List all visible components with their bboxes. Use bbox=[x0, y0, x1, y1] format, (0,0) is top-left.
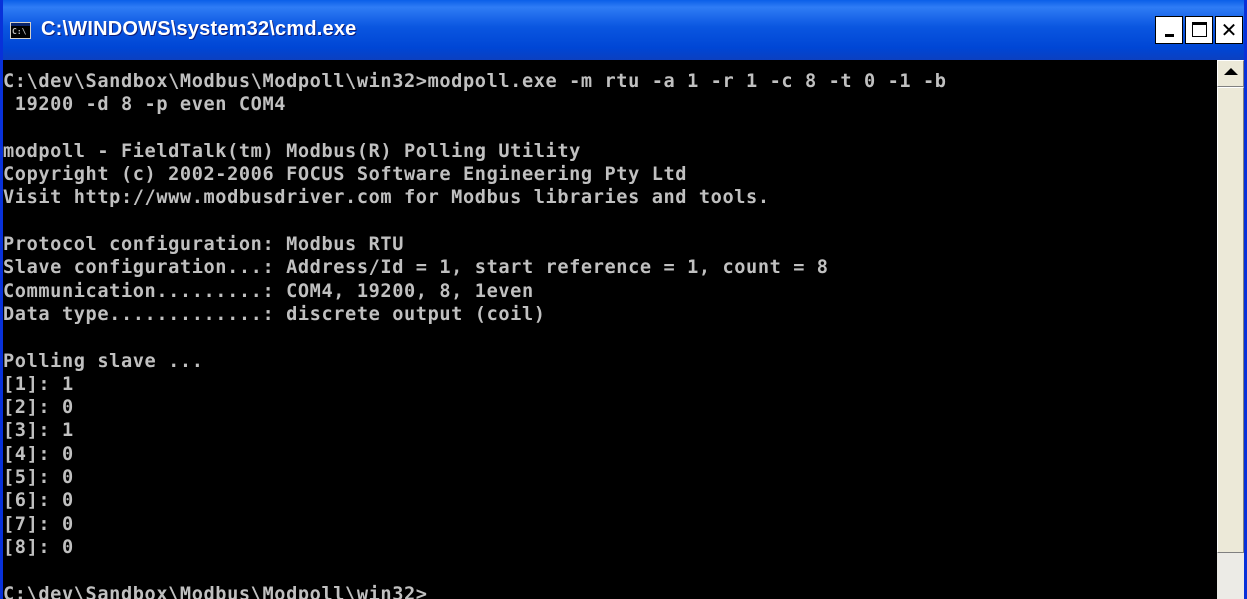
cmd-window: C:\ C:\WINDOWS\system32\cmd.exe ✕ C:\dev… bbox=[0, 0, 1247, 599]
console-icon-bar bbox=[11, 23, 30, 26]
close-button[interactable]: ✕ bbox=[1215, 16, 1243, 44]
maximize-icon bbox=[1192, 22, 1207, 37]
console-line: [1]: 1 bbox=[3, 373, 74, 395]
console-icon-text: C:\ bbox=[12, 27, 27, 36]
console-line: [3]: 1 bbox=[3, 420, 74, 442]
console-line: Protocol configuration: Modbus RTU bbox=[3, 234, 405, 256]
console-line: Data type.............: discrete output … bbox=[3, 303, 546, 325]
console-line: [7]: 0 bbox=[3, 513, 74, 535]
console-line: Visit http://www.modbusdriver.com for Mo… bbox=[3, 187, 770, 209]
arrow-up-icon bbox=[1224, 68, 1238, 75]
console-line: Communication.........: COM4, 19200, 8, … bbox=[3, 280, 534, 302]
console-line: Polling slave ... bbox=[3, 350, 204, 372]
console-output: C:\dev\Sandbox\Modbus\Modpoll\win32> modp… bbox=[3, 60, 1217, 599]
title-bar[interactable]: C:\ C:\WINDOWS\system32\cmd.exe ✕ bbox=[3, 0, 1244, 60]
close-icon: ✕ bbox=[1220, 18, 1238, 42]
console-line: 19200 -d 8 -p even COM4 bbox=[3, 94, 287, 116]
console-line: [5]: 0 bbox=[3, 467, 74, 489]
scroll-up-button[interactable] bbox=[1217, 60, 1244, 87]
minimize-button[interactable] bbox=[1155, 16, 1183, 44]
scroll-thumb[interactable] bbox=[1217, 87, 1244, 553]
console-icon[interactable]: C:\ bbox=[10, 22, 31, 39]
window-title: C:\WINDOWS\system32\cmd.exe bbox=[41, 18, 357, 40]
console-area[interactable]: C:\dev\Sandbox\Modbus\Modpoll\win32> modp… bbox=[3, 60, 1217, 599]
console-line: [2]: 0 bbox=[3, 397, 74, 419]
console-line: [8]: 0 bbox=[3, 536, 74, 558]
console-line: Copyright (c) 2002-2006 FOCUS Software E… bbox=[3, 164, 688, 186]
console-line: modpoll - FieldTalk(tm) Modbus(R) Pollin… bbox=[3, 140, 581, 162]
console-line: [4]: 0 bbox=[3, 443, 74, 465]
console-line: C:\dev\Sandbox\Modbus\Modpoll\win32> bbox=[3, 583, 428, 599]
console-line: [6]: 0 bbox=[3, 490, 74, 512]
console-line: C:\dev\Sandbox\Modbus\Modpoll\win32>modp… bbox=[3, 71, 947, 92]
maximize-button[interactable] bbox=[1185, 16, 1213, 44]
minimize-icon bbox=[1165, 34, 1174, 37]
console-line: Slave configuration...: Address/Id = 1, … bbox=[3, 257, 829, 279]
vertical-scrollbar[interactable] bbox=[1217, 60, 1244, 599]
